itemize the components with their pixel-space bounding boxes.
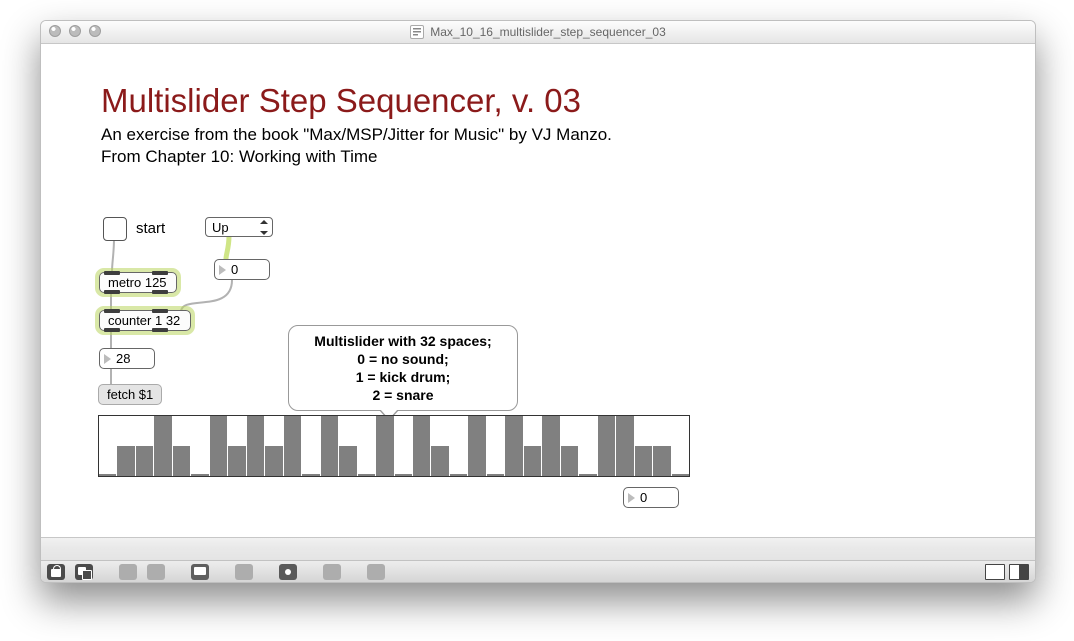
- multislider-step[interactable]: [598, 416, 616, 476]
- multislider-step[interactable]: [358, 416, 376, 476]
- window-title: Max_10_16_multislider_step_sequencer_03: [430, 25, 666, 39]
- multislider-step[interactable]: [672, 416, 689, 476]
- multislider-step[interactable]: [505, 416, 523, 476]
- multislider-step[interactable]: [431, 416, 449, 476]
- multislider-step[interactable]: [117, 416, 135, 476]
- multislider-step[interactable]: [376, 416, 394, 476]
- multislider-step[interactable]: [154, 416, 172, 476]
- multislider-step[interactable]: [173, 416, 191, 476]
- multislider-step[interactable]: [247, 416, 265, 476]
- bubble-comment: Multislider with 32 spaces; 0 = no sound…: [288, 325, 518, 411]
- direction-dropdown[interactable]: Up: [205, 217, 273, 237]
- palette-icon[interactable]: [367, 564, 385, 580]
- multislider-step[interactable]: [191, 416, 209, 476]
- counter-object[interactable]: counter 1 32: [99, 310, 191, 331]
- multislider-step[interactable]: [450, 416, 468, 476]
- multislider-step[interactable]: [136, 416, 154, 476]
- info-icon[interactable]: [235, 564, 253, 580]
- numbox-step[interactable]: 28: [99, 348, 155, 369]
- fetch-message[interactable]: fetch $1: [98, 384, 162, 405]
- document-icon: [410, 25, 424, 39]
- patcher-canvas[interactable]: Multislider Step Sequencer, v. 03 An exe…: [41, 44, 1035, 538]
- page-title: Multislider Step Sequencer, v. 03: [101, 82, 581, 120]
- multislider-step[interactable]: [635, 416, 653, 476]
- zoom-icon[interactable]: [119, 564, 137, 580]
- direction-value: Up: [212, 220, 229, 235]
- grid-toggle-icon[interactable]: [147, 564, 165, 580]
- metro-object[interactable]: metro 125: [99, 272, 177, 293]
- multislider[interactable]: [98, 415, 690, 477]
- multislider-step[interactable]: [210, 416, 228, 476]
- multislider-step[interactable]: [265, 416, 283, 476]
- zoom-icon[interactable]: [89, 25, 101, 37]
- multislider-step[interactable]: [302, 416, 320, 476]
- toggle-start[interactable]: [103, 217, 127, 241]
- bottom-toolbar: [41, 537, 1035, 582]
- single-pane-icon[interactable]: [985, 564, 1005, 580]
- multislider-step[interactable]: [487, 416, 505, 476]
- close-icon[interactable]: [49, 25, 61, 37]
- multislider-step[interactable]: [468, 416, 486, 476]
- multislider-step[interactable]: [579, 416, 597, 476]
- multislider-step[interactable]: [524, 416, 542, 476]
- traffic-lights: [49, 25, 101, 37]
- multislider-step[interactable]: [321, 416, 339, 476]
- multislider-step[interactable]: [653, 416, 671, 476]
- multislider-step[interactable]: [99, 416, 117, 476]
- start-label: start: [136, 220, 165, 237]
- multislider-step[interactable]: [228, 416, 246, 476]
- split-pane-icon[interactable]: [1009, 564, 1029, 580]
- multislider-step[interactable]: [284, 416, 302, 476]
- multislider-step[interactable]: [542, 416, 560, 476]
- numbox-direction[interactable]: 0: [214, 259, 270, 280]
- max-patcher-window: Max_10_16_multislider_step_sequencer_03 …: [40, 20, 1036, 583]
- titlebar: Max_10_16_multislider_step_sequencer_03: [41, 21, 1035, 44]
- presentation-icon[interactable]: [191, 564, 209, 580]
- minimize-icon[interactable]: [69, 25, 81, 37]
- lock-icon[interactable]: [47, 564, 65, 580]
- numbox-output[interactable]: 0: [623, 487, 679, 508]
- stepper-icon[interactable]: [258, 220, 269, 235]
- multislider-step[interactable]: [561, 416, 579, 476]
- new-view-icon[interactable]: [75, 564, 93, 580]
- page-subtitle: An exercise from the book "Max/MSP/Jitte…: [101, 124, 612, 168]
- grid-icon[interactable]: [323, 564, 341, 580]
- multislider-step[interactable]: [413, 416, 431, 476]
- multislider-step[interactable]: [395, 416, 413, 476]
- multislider-step[interactable]: [339, 416, 357, 476]
- audio-icon[interactable]: [279, 564, 297, 580]
- multislider-step[interactable]: [616, 416, 634, 476]
